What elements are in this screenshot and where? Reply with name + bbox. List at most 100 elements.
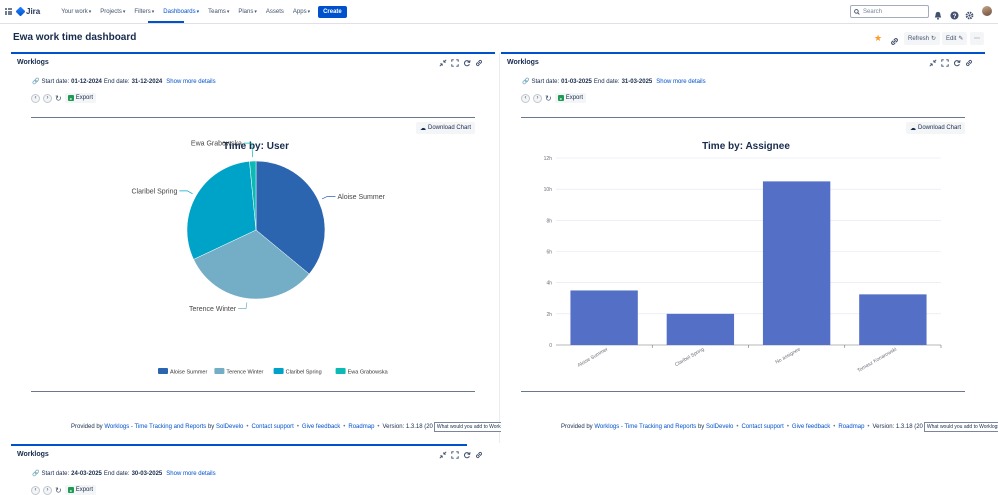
pie-leader-line [321,196,336,200]
gadget-panel-2: Worklogs 🔗 Start date: 01-03-2025 End da… [501,52,998,437]
chart-title: Time by: Assignee [702,141,790,152]
chevron-down-icon: ▾ [88,8,92,15]
nav-teams[interactable]: Teams ▾ [208,9,229,15]
link-icon: 🔗 [32,471,40,477]
by-text: by [697,424,705,430]
y-tick-label: 10h [544,187,553,193]
link-icon[interactable] [475,451,483,459]
edit-button[interactable]: Edit ✎ [942,32,968,45]
show-more-details-link[interactable]: Show more details [166,471,215,477]
end-date-value: 30-03-2025 [131,470,163,477]
bar [666,313,735,345]
refresh-icon: ↻ [931,36,937,42]
nav-label: Plans [238,8,254,15]
pie-leader-line [179,190,193,195]
roadmap-link[interactable]: Roadmap [348,424,374,430]
active-tab-indicator [148,21,184,23]
nav-projects[interactable]: Projects ▾ [100,9,125,15]
start-date-value: 24-03-2025 [71,470,102,477]
legend-swatch [214,368,225,374]
version-text: Version: 1.3.18 (20 [872,424,923,430]
export-button[interactable]: x Export [64,485,97,495]
dot-separator: • [786,424,789,430]
provided-by-text: Provided by [71,424,103,430]
nav-filters[interactable]: Filters ▾ [134,9,154,15]
create-button[interactable]: Create [318,5,347,18]
dot-separator: • [833,424,836,430]
y-tick-label: 2h [546,312,552,318]
nav-dashboards[interactable]: Dashboards ▾ [163,9,199,15]
dot-separator: • [736,424,739,430]
dot-separator: • [377,424,380,430]
jira-logo[interactable]: Jira [15,6,40,17]
minimize-icon[interactable] [439,451,447,459]
x-tick-label: No assignee [775,346,802,365]
bar [762,181,831,345]
nav-label: Dashboards [163,8,196,15]
chevron-down-icon: ▾ [254,8,257,15]
export-label: Export [75,487,94,493]
maximize-icon[interactable] [451,451,459,459]
x-tick-label: Claribel Spring [674,346,706,368]
roadmap-link[interactable]: Roadmap [838,424,864,430]
nav-label: Your work [61,8,88,15]
start-date-label: Start date: [41,470,70,477]
nav-your-work[interactable]: Your work ▾ [61,9,91,15]
user-avatar[interactable] [982,6,992,16]
refresh-icon[interactable]: ↻ [55,486,62,495]
pie-chart: Time by: UserAloise SummerTerence Winter… [131,141,388,376]
notifications-icon[interactable] [934,7,942,25]
nav-label: Teams [208,8,226,15]
x-tick-label: Aloise Summer [577,346,610,368]
contact-support-link[interactable]: Contact support [741,424,783,430]
app-link[interactable]: Worklogs - Time Tracking and Reports [104,424,206,430]
separator [31,391,475,392]
contact-support-link[interactable]: Contact support [251,424,293,430]
give-feedback-link[interactable]: Give feedback [302,424,340,430]
chevron-down-icon: ▾ [196,8,200,15]
legend-swatch [158,368,168,374]
vendor-link[interactable]: SolDevelo [706,424,733,430]
gadget-footer: Provided by Worklogs - Time Tracking and… [71,422,516,432]
more-button[interactable]: ⋯ [970,32,984,45]
nav-label: Apps [292,8,307,15]
link-icon[interactable] [890,33,899,51]
y-tick-label: 8h [546,218,552,224]
settings-icon[interactable] [965,7,974,25]
nav-plans[interactable]: Plans ▾ [238,9,257,15]
next-period-button[interactable]: › [43,485,52,495]
previous-period-button[interactable]: ‹ [31,485,40,495]
app-switcher-icon[interactable] [5,8,12,15]
refresh-label: Refresh [908,35,930,42]
gadget-toolbar [439,451,483,459]
legend-label: Claribel Spring [286,370,322,376]
chevron-down-icon: ▾ [307,8,311,15]
give-feedback-link[interactable]: Give feedback [792,424,830,430]
search-icon [854,8,860,15]
app-link[interactable]: Worklogs - Time Tracking and Reports [594,424,696,430]
refresh-button[interactable]: Refresh ↻ [904,32,941,45]
x-tick-label: Tomasz Konarowski [856,347,898,374]
by-text: by [207,424,215,430]
star-icon[interactable]: ★ [874,33,882,44]
nav-apps[interactable]: Apps ▾ [293,9,310,15]
separator [521,391,965,392]
end-date-label: End date: [103,470,130,477]
bar [859,294,927,345]
pencil-icon: ✎ [958,36,964,42]
dot-separator: • [867,424,870,430]
nav-assets[interactable]: Assets [266,9,284,15]
page-title: Ewa work time dashboard [13,32,137,43]
legend-label: Terence Winter [226,370,263,376]
refresh-icon[interactable] [463,451,471,459]
version-text: Version: 1.3.18 (20 [382,424,433,430]
search-input[interactable]: Search [850,5,929,18]
vendor-link[interactable]: SolDevelo [216,424,243,430]
legend-label: Aloise Summer [170,370,207,376]
pie-label: Claribel Spring [131,188,177,195]
dot-separator: • [296,424,299,430]
nav-label: Assets [265,8,284,15]
feedback-prompt[interactable]: What would you add to Worklogs? [923,422,998,432]
help-icon[interactable]: ? [950,7,959,25]
gadget-title: Worklogs [17,451,49,458]
